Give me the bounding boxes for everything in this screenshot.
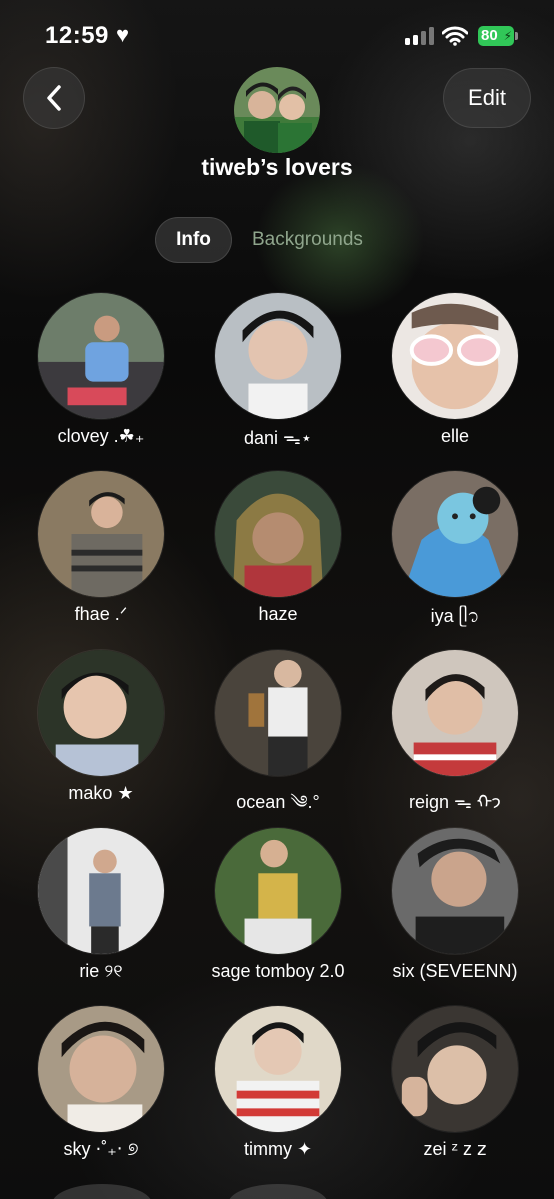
- member-avatar: [214, 649, 342, 777]
- member-name: timmy ✦: [243, 1139, 313, 1159]
- member-name: iya ᥫ᭡: [430, 606, 480, 626]
- member-name: rie ୨୧: [79, 961, 123, 981]
- member-avatar: [37, 1005, 165, 1133]
- charging-bolt-icon: ⚡: [503, 29, 512, 43]
- group-name: tiweb’s lovers: [201, 154, 353, 180]
- member-avatar: [391, 292, 519, 420]
- member-haze[interactable]: haze: [189, 470, 367, 640]
- member-avatar: [214, 470, 342, 598]
- member-avatar: [391, 1005, 519, 1133]
- battery-cap: [515, 32, 518, 40]
- wifi-icon: [441, 26, 469, 46]
- member-name: fhae .ᐟ: [74, 604, 128, 624]
- member-ocean[interactable]: ocean ༄.°: [189, 649, 367, 819]
- member-name: haze: [258, 604, 298, 624]
- member-sage-tomboy[interactable]: sage tomboy 2.0: [189, 827, 367, 997]
- status-bar: 12:59 ♥ 80 ⚡: [0, 0, 554, 60]
- member-dani[interactable]: dani ᯓ⋆: [189, 292, 367, 462]
- member-iya[interactable]: iya ᥫ᭡: [366, 470, 544, 640]
- member-name: zei ᶻ z 𝗓: [423, 1139, 487, 1159]
- member-avatar: [214, 1005, 342, 1133]
- member-six[interactable]: six (SEVEENN): [366, 827, 544, 997]
- member-elle[interactable]: elle: [366, 292, 544, 462]
- member-avatar: [391, 827, 519, 955]
- member-name: sage tomboy 2.0: [211, 961, 345, 981]
- member-name: elle: [440, 426, 470, 446]
- status-time: 12:59: [45, 22, 109, 49]
- member-avatar: [214, 292, 342, 420]
- member-name: clovey .☘︎₊: [57, 426, 145, 446]
- cellular-signal-icon: [405, 27, 435, 45]
- tab-info[interactable]: Info: [155, 217, 232, 263]
- battery-icon: 80 ⚡: [478, 26, 514, 46]
- member-avatar: [37, 827, 165, 955]
- member-mako[interactable]: mako ★: [12, 649, 190, 819]
- member-name: ocean ༄.°: [236, 792, 320, 812]
- member-zei[interactable]: zei ᶻ z 𝗓: [366, 1005, 544, 1175]
- member-avatar: [37, 292, 165, 420]
- group-avatar[interactable]: [234, 67, 320, 153]
- member-fhae[interactable]: fhae .ᐟ: [12, 470, 190, 640]
- member-avatar: [37, 470, 165, 598]
- member-timmy[interactable]: timmy ✦: [189, 1005, 367, 1175]
- member-name: reign ᯓ ᡣ𐭩: [408, 792, 502, 812]
- member-rie[interactable]: rie ୨୧: [12, 827, 190, 997]
- edit-button[interactable]: Edit: [443, 68, 531, 128]
- heart-icon: ♥: [116, 22, 130, 47]
- member-avatar: [214, 827, 342, 955]
- tab-backgrounds[interactable]: Backgrounds: [244, 217, 371, 263]
- back-button[interactable]: [23, 67, 85, 129]
- member-clovey[interactable]: clovey .☘︎₊: [12, 292, 190, 462]
- member-avatar: [37, 649, 165, 777]
- member-avatar: [391, 649, 519, 777]
- member-name: six (SEVEENN): [392, 961, 518, 981]
- member-name: mako ★: [68, 783, 134, 803]
- member-sky[interactable]: sky ⋅˚₊‧ ୭: [12, 1005, 190, 1175]
- chevron-left-icon: [47, 85, 61, 111]
- member-reign[interactable]: reign ᯓ ᡣ𐭩: [366, 649, 544, 819]
- battery-level: 80: [481, 27, 498, 44]
- member-name: dani ᯓ⋆: [243, 428, 313, 448]
- member-name: sky ⋅˚₊‧ ୭: [63, 1139, 139, 1159]
- member-avatar: [391, 470, 519, 598]
